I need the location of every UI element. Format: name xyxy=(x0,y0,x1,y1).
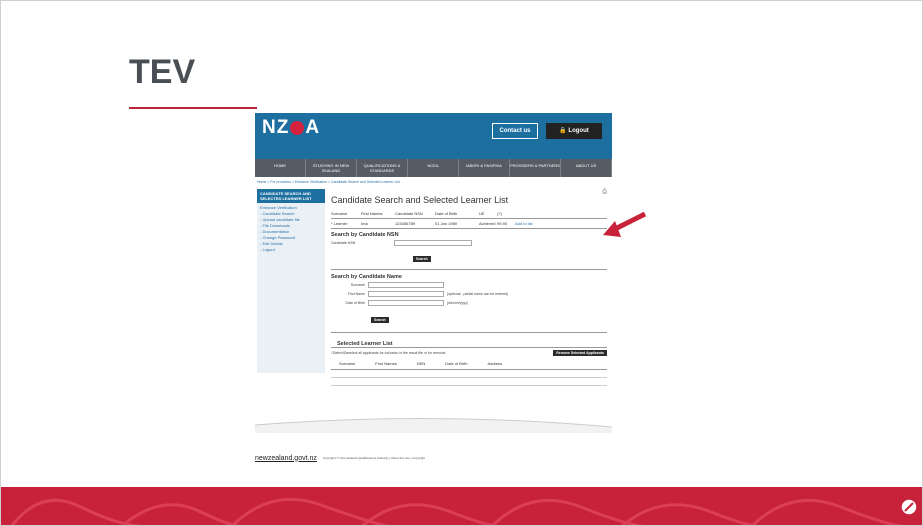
table-row: * Learner Ima 123456789 01 Jan 1989 Achi… xyxy=(331,219,607,229)
page-title: Candidate Search and Selected Learner Li… xyxy=(331,195,509,205)
cell-score: 99.90 xyxy=(497,221,508,226)
first-name-label: First Name xyxy=(347,291,365,296)
sidebar-heading: CANDIDATE SEARCH AND SELECTED LEARNER LI… xyxy=(257,189,325,203)
sidebar: CANDIDATE SEARCH AND SELECTED LEARNER LI… xyxy=(257,189,325,373)
breadcrumb[interactable]: Home > For providers > Entrance Verifica… xyxy=(255,177,612,187)
nsn-input[interactable] xyxy=(394,239,472,246)
embedded-screenshot: NZ A Contact us 🔒 Logout HOME STUDYING IN… xyxy=(255,113,612,469)
main-nav: HOME STUDYING IN NEW ZEALAND QUALIFICATI… xyxy=(255,159,612,177)
cell-ue: Achieved xyxy=(479,221,496,226)
first-name-hint: (optional - partial name can be entered) xyxy=(447,291,509,296)
nsn-label: Candidate NSN xyxy=(331,240,356,245)
print-icon[interactable]: ⎙ xyxy=(602,189,607,196)
col-first-names: First Names xyxy=(361,211,383,216)
nzqa-badge-icon xyxy=(900,498,918,516)
col-ue: UE xyxy=(479,211,485,216)
cell-dob: 01 Jan 1989 xyxy=(435,221,458,226)
list-item xyxy=(331,378,607,386)
surname-label: Surname xyxy=(350,282,365,287)
govt-link[interactable]: newzealand.govt.nz xyxy=(255,455,317,462)
first-name-input[interactable] xyxy=(368,290,444,297)
col-score: (?) xyxy=(497,211,502,216)
col-nsn: Candidate NSN xyxy=(395,211,423,216)
slide-title: TEV xyxy=(129,53,196,91)
sidebar-item[interactable]: - Logout xyxy=(260,247,322,253)
remove-selected-button[interactable]: Remove Selected Applicants xyxy=(553,350,607,356)
nav-studying[interactable]: STUDYING IN NEW ZEALAND xyxy=(306,159,357,177)
logout-button[interactable]: 🔒 Logout xyxy=(546,123,602,139)
dob-input[interactable] xyxy=(368,299,444,306)
nav-maori[interactable]: MĀORI & PASIFIKA xyxy=(459,159,510,177)
page-curl-shadow xyxy=(255,417,612,433)
site-footer: newzealand.govt.nz Copyright © New Zeala… xyxy=(255,451,612,465)
slide: TEV NZ A Contact us 🔒 Logout HOME STUDYIN… xyxy=(0,0,923,526)
results-header: Surname First Names Candidate NSN Date o… xyxy=(331,209,607,219)
surname-input[interactable] xyxy=(368,281,444,288)
selected-list-header: Surname First Names NSN Date of Birth Ad… xyxy=(331,358,607,370)
col-surname: Surname xyxy=(331,211,348,216)
col-dob: Date of Birth xyxy=(435,211,458,216)
cell-nsn: 123456789 xyxy=(395,221,416,226)
title-underline xyxy=(129,107,257,109)
decorative-footer-band xyxy=(1,487,922,525)
cell-surname: * Learner xyxy=(331,221,348,226)
nzqa-logo[interactable]: NZ A xyxy=(262,117,320,139)
nzqa-header: NZ A Contact us 🔒 Logout xyxy=(255,113,612,159)
nsn-search-button[interactable]: Search xyxy=(413,256,431,262)
contact-button[interactable]: Contact us xyxy=(492,123,538,139)
nav-about[interactable]: ABOUT US xyxy=(561,159,612,177)
pointer-arrow-icon xyxy=(603,211,647,237)
nav-providers[interactable]: PROVIDERS & PARTNERS xyxy=(510,159,561,177)
dob-label: Date of Birth xyxy=(345,300,365,305)
nav-home[interactable]: HOME xyxy=(255,159,306,177)
footer-copyright: Copyright © New Zealand Qualifications A… xyxy=(322,456,426,460)
nav-qualifications[interactable]: QUALIFICATIONS & STANDARDS xyxy=(357,159,408,177)
dob-hint: (dd/mm/yyyy) xyxy=(447,300,468,305)
list-item xyxy=(331,370,607,378)
nav-ncea[interactable]: NCEA xyxy=(408,159,459,177)
select-all-checkbox[interactable]: □Select/Deselect all applicants for incl… xyxy=(331,351,445,355)
add-to-list-link[interactable]: Add to list xyxy=(515,221,545,226)
name-search-button[interactable]: Search xyxy=(371,317,389,323)
cell-first: Ima xyxy=(361,221,368,226)
main-content: ⎙ Candidate Search and Selected Learner … xyxy=(331,189,607,386)
